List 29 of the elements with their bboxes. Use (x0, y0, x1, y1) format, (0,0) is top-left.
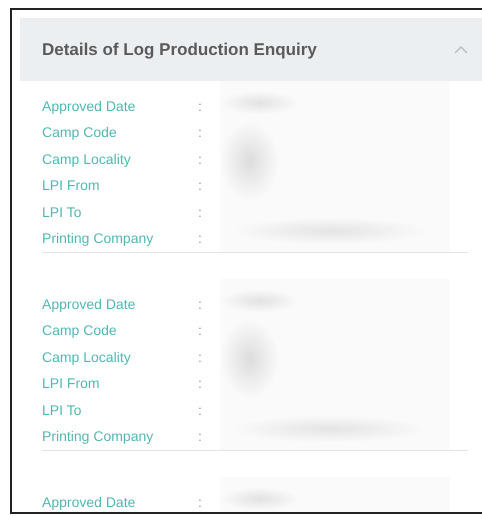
colon-separator: : (198, 400, 202, 420)
colon-separator: : (198, 492, 202, 512)
colon-separator: : (198, 202, 202, 222)
panel-title: Details of Log Production Enquiry (42, 38, 317, 61)
field-label: Camp Code (42, 123, 118, 142)
field-label: Approved Date (42, 492, 136, 512)
field-label: LPI To (42, 400, 82, 420)
field-label: Approved Date (42, 294, 136, 314)
colon-separator: : (198, 348, 202, 367)
chevron-up-icon[interactable] (454, 45, 468, 54)
field-label: LPI From (42, 176, 101, 196)
field-label: Printing Company (42, 229, 154, 248)
field-label: LPI To (42, 202, 82, 222)
field-label: Camp Code (42, 321, 118, 340)
colon-separator: : (198, 427, 202, 446)
field-label: Printing Company (42, 427, 154, 446)
colon-separator: : (198, 294, 202, 314)
panel-header[interactable]: Details of Log Production Enquiry (20, 18, 482, 81)
field-label: LPI From (42, 374, 101, 394)
field-label: Camp Locality (42, 150, 132, 169)
colon-separator: : (198, 229, 202, 248)
colon-separator: : (198, 176, 202, 196)
colon-separator: : (198, 321, 202, 340)
colon-separator: : (198, 374, 202, 394)
colon-separator: : (198, 150, 202, 169)
colon-separator: : (198, 123, 202, 142)
field-label: Camp Locality (42, 348, 132, 367)
colon-separator: : (198, 96, 202, 116)
field-label: Approved Date (42, 96, 136, 116)
